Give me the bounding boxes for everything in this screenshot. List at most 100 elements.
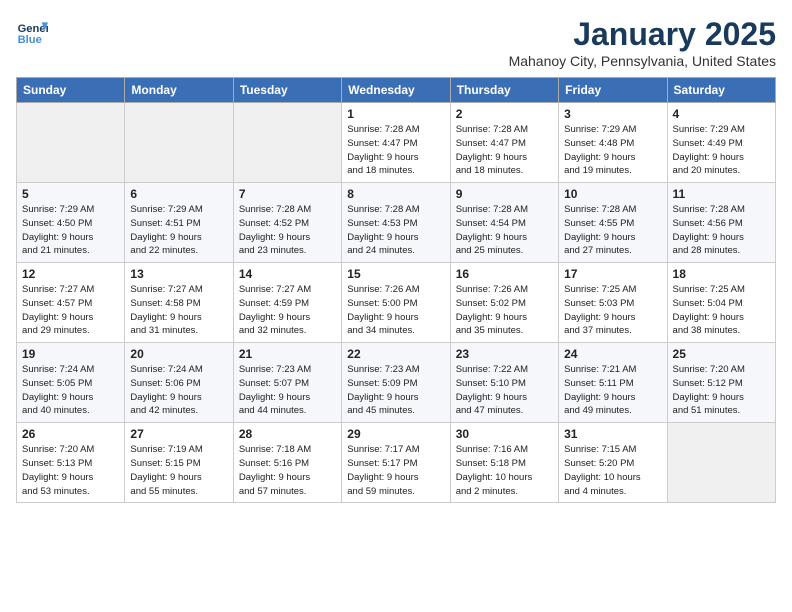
day-info: Sunrise: 7:24 AM Sunset: 5:05 PM Dayligh… xyxy=(22,363,119,418)
day-number: 13 xyxy=(130,267,227,281)
day-info: Sunrise: 7:20 AM Sunset: 5:13 PM Dayligh… xyxy=(22,443,119,498)
day-number: 20 xyxy=(130,347,227,361)
calendar-cell xyxy=(233,103,341,183)
day-number: 17 xyxy=(564,267,661,281)
calendar-cell: 1Sunrise: 7:28 AM Sunset: 4:47 PM Daylig… xyxy=(342,103,450,183)
day-number: 26 xyxy=(22,427,119,441)
calendar-cell: 23 Sunrise: 7:22 AM Sunset: 5:10 PM Dayli… xyxy=(450,343,558,423)
day-number: 9 xyxy=(456,187,553,201)
calendar-cell: 13 Sunrise: 7:27 AM Sunset: 4:58 PM Dayli… xyxy=(125,263,233,343)
day-info: Sunrise: 7:17 AM Sunset: 5:17 PM Dayligh… xyxy=(347,443,444,498)
week-row-2: 5Sunrise: 7:29 AM Sunset: 4:50 PM Daylig… xyxy=(17,183,776,263)
weekday-header-saturday: Saturday xyxy=(667,78,775,103)
day-number: 2 xyxy=(456,107,553,121)
day-number: 14 xyxy=(239,267,336,281)
svg-text:Blue: Blue xyxy=(18,34,42,46)
day-info: Sunrise: 7:29 AM Sunset: 4:49 PM Dayligh… xyxy=(673,123,770,178)
calendar-cell: 6Sunrise: 7:29 AM Sunset: 4:51 PM Daylig… xyxy=(125,183,233,263)
day-info: Sunrise: 7:26 AM Sunset: 5:02 PM Dayligh… xyxy=(456,283,553,338)
calendar-cell: 18Sunrise: 7:25 AM Sunset: 5:04 PM Dayli… xyxy=(667,263,775,343)
month-title: January 2025 xyxy=(509,16,776,53)
page-header: General Blue January 2025 Mahanoy City, … xyxy=(16,16,776,69)
calendar-cell: 12Sunrise: 7:27 AM Sunset: 4:57 PM Dayli… xyxy=(17,263,125,343)
day-info: Sunrise: 7:28 AM Sunset: 4:52 PM Dayligh… xyxy=(239,203,336,258)
calendar-cell xyxy=(17,103,125,183)
day-number: 19 xyxy=(22,347,119,361)
calendar-cell: 14 Sunrise: 7:27 AM Sunset: 4:59 PM Dayli… xyxy=(233,263,341,343)
day-info: Sunrise: 7:26 AM Sunset: 5:00 PM Dayligh… xyxy=(347,283,444,338)
calendar-cell: 11 Sunrise: 7:28 AM Sunset: 4:56 PM Dayli… xyxy=(667,183,775,263)
day-number: 22 xyxy=(347,347,444,361)
day-info: Sunrise: 7:20 AM Sunset: 5:12 PM Dayligh… xyxy=(673,363,770,418)
calendar-cell xyxy=(125,103,233,183)
day-number: 16 xyxy=(456,267,553,281)
calendar-cell: 8 Sunrise: 7:28 AM Sunset: 4:53 PM Daylig… xyxy=(342,183,450,263)
day-number: 25 xyxy=(673,347,770,361)
day-info: Sunrise: 7:28 AM Sunset: 4:53 PM Dayligh… xyxy=(347,203,444,258)
day-info: Sunrise: 7:28 AM Sunset: 4:54 PM Dayligh… xyxy=(456,203,553,258)
day-info: Sunrise: 7:29 AM Sunset: 4:48 PM Dayligh… xyxy=(564,123,661,178)
day-info: Sunrise: 7:27 AM Sunset: 4:59 PM Dayligh… xyxy=(239,283,336,338)
day-info: Sunrise: 7:16 AM Sunset: 5:18 PM Dayligh… xyxy=(456,443,553,498)
calendar-cell: 30 Sunrise: 7:16 AM Sunset: 5:18 PM Dayli… xyxy=(450,423,558,503)
day-number: 8 xyxy=(347,187,444,201)
day-info: Sunrise: 7:25 AM Sunset: 5:03 PM Dayligh… xyxy=(564,283,661,338)
calendar-cell: 9 Sunrise: 7:28 AM Sunset: 4:54 PM Daylig… xyxy=(450,183,558,263)
calendar-cell: 20Sunrise: 7:24 AM Sunset: 5:06 PM Dayli… xyxy=(125,343,233,423)
day-number: 27 xyxy=(130,427,227,441)
day-number: 28 xyxy=(239,427,336,441)
day-number: 11 xyxy=(673,187,770,201)
calendar-cell: 7 Sunrise: 7:28 AM Sunset: 4:52 PM Daylig… xyxy=(233,183,341,263)
day-info: Sunrise: 7:18 AM Sunset: 5:16 PM Dayligh… xyxy=(239,443,336,498)
day-info: Sunrise: 7:29 AM Sunset: 4:51 PM Dayligh… xyxy=(130,203,227,258)
day-info: Sunrise: 7:15 AM Sunset: 5:20 PM Dayligh… xyxy=(564,443,661,498)
weekday-header-tuesday: Tuesday xyxy=(233,78,341,103)
calendar-cell: 21 Sunrise: 7:23 AM Sunset: 5:07 PM Dayli… xyxy=(233,343,341,423)
weekday-header-friday: Friday xyxy=(559,78,667,103)
week-row-3: 12Sunrise: 7:27 AM Sunset: 4:57 PM Dayli… xyxy=(17,263,776,343)
calendar-cell: 22Sunrise: 7:23 AM Sunset: 5:09 PM Dayli… xyxy=(342,343,450,423)
day-number: 12 xyxy=(22,267,119,281)
calendar-cell: 31 Sunrise: 7:15 AM Sunset: 5:20 PM Dayli… xyxy=(559,423,667,503)
weekday-header-row: SundayMondayTuesdayWednesdayThursdayFrid… xyxy=(17,78,776,103)
day-info: Sunrise: 7:21 AM Sunset: 5:11 PM Dayligh… xyxy=(564,363,661,418)
day-info: Sunrise: 7:27 AM Sunset: 4:58 PM Dayligh… xyxy=(130,283,227,338)
calendar-cell: 3 Sunrise: 7:29 AM Sunset: 4:48 PM Daylig… xyxy=(559,103,667,183)
day-info: Sunrise: 7:29 AM Sunset: 4:50 PM Dayligh… xyxy=(22,203,119,258)
calendar-cell: 10Sunrise: 7:28 AM Sunset: 4:55 PM Dayli… xyxy=(559,183,667,263)
week-row-5: 26 Sunrise: 7:20 AM Sunset: 5:13 PM Dayli… xyxy=(17,423,776,503)
day-number: 15 xyxy=(347,267,444,281)
calendar-cell: 29Sunrise: 7:17 AM Sunset: 5:17 PM Dayli… xyxy=(342,423,450,503)
weekday-header-monday: Monday xyxy=(125,78,233,103)
day-number: 7 xyxy=(239,187,336,201)
day-info: Sunrise: 7:28 AM Sunset: 4:47 PM Dayligh… xyxy=(456,123,553,178)
calendar-cell: 15 Sunrise: 7:26 AM Sunset: 5:00 PM Dayli… xyxy=(342,263,450,343)
calendar-cell: 24 Sunrise: 7:21 AM Sunset: 5:11 PM Dayli… xyxy=(559,343,667,423)
day-number: 23 xyxy=(456,347,553,361)
day-number: 3 xyxy=(564,107,661,121)
logo-icon: General Blue xyxy=(16,16,48,48)
day-info: Sunrise: 7:28 AM Sunset: 4:47 PM Dayligh… xyxy=(347,123,444,178)
day-number: 21 xyxy=(239,347,336,361)
calendar-cell: 26 Sunrise: 7:20 AM Sunset: 5:13 PM Dayli… xyxy=(17,423,125,503)
day-number: 24 xyxy=(564,347,661,361)
day-number: 4 xyxy=(673,107,770,121)
calendar-cell: 2 Sunrise: 7:28 AM Sunset: 4:47 PM Daylig… xyxy=(450,103,558,183)
calendar-cell: 5Sunrise: 7:29 AM Sunset: 4:50 PM Daylig… xyxy=(17,183,125,263)
week-row-1: 1Sunrise: 7:28 AM Sunset: 4:47 PM Daylig… xyxy=(17,103,776,183)
calendar-cell: 28 Sunrise: 7:18 AM Sunset: 5:16 PM Dayli… xyxy=(233,423,341,503)
calendar-cell: 4 Sunrise: 7:29 AM Sunset: 4:49 PM Daylig… xyxy=(667,103,775,183)
weekday-header-sunday: Sunday xyxy=(17,78,125,103)
day-info: Sunrise: 7:28 AM Sunset: 4:55 PM Dayligh… xyxy=(564,203,661,258)
calendar-cell xyxy=(667,423,775,503)
day-info: Sunrise: 7:28 AM Sunset: 4:56 PM Dayligh… xyxy=(673,203,770,258)
location-subtitle: Mahanoy City, Pennsylvania, United State… xyxy=(509,53,776,69)
week-row-4: 19 Sunrise: 7:24 AM Sunset: 5:05 PM Dayli… xyxy=(17,343,776,423)
day-number: 30 xyxy=(456,427,553,441)
calendar-table: SundayMondayTuesdayWednesdayThursdayFrid… xyxy=(16,77,776,503)
day-number: 31 xyxy=(564,427,661,441)
day-info: Sunrise: 7:22 AM Sunset: 5:10 PM Dayligh… xyxy=(456,363,553,418)
day-info: Sunrise: 7:23 AM Sunset: 5:07 PM Dayligh… xyxy=(239,363,336,418)
day-number: 18 xyxy=(673,267,770,281)
calendar-cell: 25 Sunrise: 7:20 AM Sunset: 5:12 PM Dayli… xyxy=(667,343,775,423)
